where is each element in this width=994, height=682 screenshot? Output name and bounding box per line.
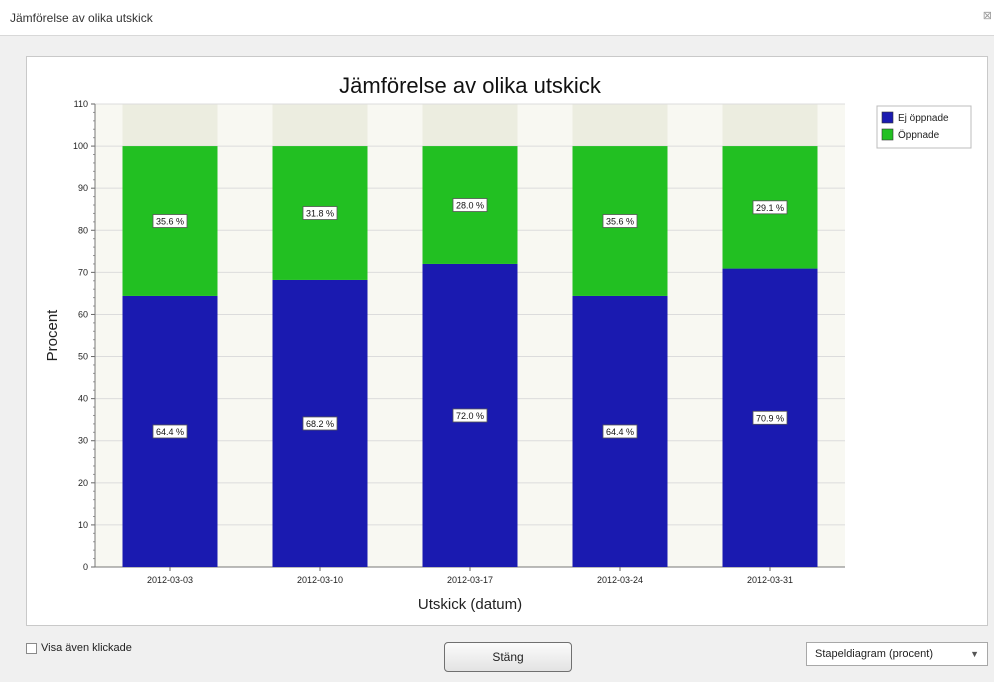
close-button[interactable]: Stäng: [444, 642, 572, 672]
data-label: 72.0 %: [456, 411, 484, 421]
data-label: 28.0 %: [456, 201, 484, 211]
x-tick-label: 2012-03-17: [447, 575, 493, 585]
show-clicked-checkbox[interactable]: [26, 642, 37, 654]
legend-label: Ej öppnade: [898, 113, 949, 124]
y-tick-label: 100: [73, 141, 88, 151]
data-label: 64.4 %: [606, 427, 634, 437]
x-tick-label: 2012-03-10: [297, 575, 343, 585]
data-label: 35.6 %: [606, 217, 634, 227]
y-tick-label: 50: [78, 352, 88, 362]
plot-band: [667, 104, 723, 567]
plot-band: [217, 104, 273, 567]
y-tick-label: 110: [74, 99, 88, 109]
y-tick-label: 70: [78, 267, 88, 277]
chart-type-value: Stapeldiagram (procent): [815, 648, 934, 660]
data-label: 35.6 %: [156, 217, 184, 227]
window-title: Jämförelse av olika utskick: [10, 11, 153, 25]
legend-swatch-oppnade: [881, 128, 894, 141]
chevron-down-icon: ▼: [970, 649, 979, 659]
chart-title: Jämförelse av olika utskick: [339, 73, 602, 98]
close-window-icon[interactable]: ⊠: [983, 9, 992, 22]
y-tick-label: 10: [78, 520, 88, 530]
data-label: 64.4 %: [156, 427, 184, 437]
plot-band: [817, 104, 845, 567]
show-clicked-label: Visa även klickade: [41, 642, 132, 654]
x-axis-label: Utskick (datum): [418, 596, 522, 613]
show-clicked-toggle[interactable]: Visa även klickade: [26, 642, 132, 654]
y-tick-label: 60: [78, 309, 88, 319]
chart-panel: 0 10 20 30 40 50 60 70 80 90 100 110 64.4 % 35.6 % 201…: [26, 56, 988, 626]
y-axis-label: Procent: [44, 309, 61, 362]
y-tick-label: 30: [78, 436, 88, 446]
stacked-bar-chart: 0 10 20 30 40 50 60 70 80 90 100 110 64.4 % 35.6 % 201…: [44, 73, 972, 613]
plot-band: [95, 104, 123, 567]
x-tick-label: 2012-03-03: [147, 575, 193, 585]
chart-type-select[interactable]: Stapeldiagram (procent) ▼: [806, 642, 988, 666]
data-label: 70.9 %: [756, 413, 784, 423]
legend-label: Öppnade: [898, 129, 940, 141]
data-label: 31.8 %: [306, 209, 334, 219]
y-tick-label: 20: [78, 478, 88, 488]
plot-band: [517, 104, 573, 567]
bottom-controls: Visa även klickade Stäng Stapeldiagram (…: [0, 630, 994, 682]
x-tick-label: 2012-03-24: [597, 575, 643, 585]
window-titlebar: Jämförelse av olika utskick ⊠: [0, 0, 994, 36]
x-tick-label: 2012-03-31: [747, 575, 793, 585]
data-label: 68.2 %: [306, 419, 334, 429]
plot-band: [367, 104, 423, 567]
legend-swatch-ej-oppnade: [881, 111, 894, 124]
y-tick-label: 90: [78, 183, 88, 193]
data-label: 29.1 %: [756, 203, 784, 213]
y-tick-label: 40: [78, 394, 88, 404]
y-tick-label: 80: [78, 225, 88, 235]
y-tick-label: 0: [83, 562, 88, 572]
